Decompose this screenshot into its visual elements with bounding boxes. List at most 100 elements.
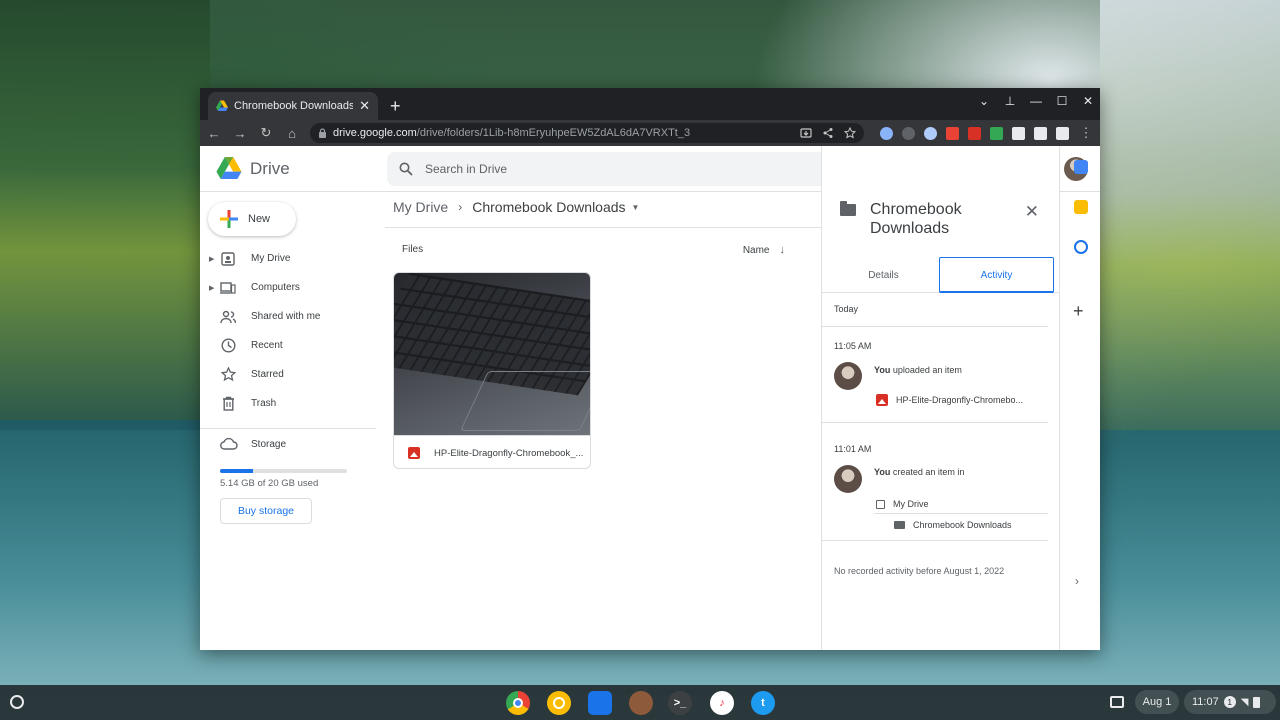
sort-control[interactable]: Name ↓: [743, 244, 785, 256]
date-tray[interactable]: Aug 1: [1135, 690, 1179, 714]
activity-item[interactable]: Chromebook Downloads: [894, 520, 1012, 530]
tab-details[interactable]: Details: [826, 257, 941, 293]
drive-logo-text: Drive: [250, 158, 290, 178]
activity-action: created an item in: [892, 467, 965, 477]
sidebar-item-label: Shared with me: [251, 311, 321, 322]
keep-icon[interactable]: [1074, 200, 1088, 214]
activity-action: uploaded an item: [892, 365, 962, 375]
extension-icon[interactable]: [924, 126, 937, 140]
search-box[interactable]: Search in Drive: [387, 152, 886, 186]
new-tab-button[interactable]: +: [390, 96, 401, 116]
breadcrumb-current[interactable]: Chromebook Downloads: [472, 199, 625, 215]
sidebar-nav: ▶ My Drive ▶ Computers Shared with me Re…: [200, 244, 380, 418]
launcher-icon[interactable]: [10, 695, 24, 709]
extension-icon[interactable]: [968, 126, 981, 140]
my-drive-icon: [220, 251, 236, 267]
activity-actor: You: [874, 365, 891, 375]
calendar-icon[interactable]: [1074, 160, 1088, 174]
minimize-icon[interactable]: —: [1030, 94, 1042, 108]
sidebar-item-computers[interactable]: ▶ Computers: [200, 273, 380, 302]
sort-direction-icon[interactable]: ↓: [780, 244, 786, 256]
buy-storage-button[interactable]: Buy storage: [220, 498, 312, 524]
clock-time: 11:07: [1192, 696, 1219, 708]
side-panel-icon[interactable]: [1056, 126, 1069, 140]
maximize-icon[interactable]: ☐: [1056, 94, 1068, 108]
expand-caret-icon[interactable]: ▶: [209, 284, 214, 292]
app-icon[interactable]: [547, 691, 571, 715]
sidebar-item-label: My Drive: [251, 253, 291, 264]
sidebar-item-storage[interactable]: Storage: [220, 438, 286, 450]
activity-description: You uploaded an item: [874, 365, 962, 375]
sidebar-item-shared[interactable]: Shared with me: [200, 302, 380, 331]
activity-location[interactable]: My Drive: [876, 499, 929, 509]
details-panel: Chromebook Downloads ✕ Details Activity …: [821, 146, 1060, 650]
storage-progress-bar: [220, 469, 347, 473]
sort-label: Name: [742, 244, 770, 256]
expand-rail-icon[interactable]: ›: [1075, 574, 1079, 588]
sidebar-item-my-drive[interactable]: ▶ My Drive: [200, 244, 380, 273]
share-icon[interactable]: [822, 127, 834, 139]
breadcrumb-separator-icon: ›: [458, 200, 463, 214]
activity-divider: [874, 513, 1048, 514]
activity-time: 11:05 AM: [834, 341, 872, 351]
terminal-app-icon[interactable]: >_: [668, 691, 692, 715]
search-icon[interactable]: [399, 162, 413, 176]
activity-divider: [822, 540, 1048, 541]
address-bar[interactable]: drive.google.com/drive/folders/1Lib-h8mE…: [310, 123, 864, 143]
extension-icon[interactable]: [990, 126, 1003, 140]
window-close-icon[interactable]: ✕: [1082, 94, 1094, 108]
forward-icon[interactable]: →: [232, 126, 248, 141]
folder-dropdown-icon[interactable]: ▼: [632, 203, 640, 212]
browser-tab[interactable]: Chromebook Downloads - Google Drive ✕: [208, 92, 378, 120]
activity-item-name: HP-Elite-Dragonfly-Chromebo...: [896, 395, 1024, 405]
reload-icon[interactable]: ↻: [258, 125, 274, 141]
image-file-icon: [876, 394, 888, 406]
expand-caret-icon[interactable]: ▶: [209, 255, 214, 263]
activity-location-name: My Drive: [893, 499, 929, 509]
new-button[interactable]: New: [208, 202, 296, 236]
details-close-icon[interactable]: ✕: [1025, 202, 1039, 222]
url-host: drive.google.com: [333, 127, 417, 139]
tasks-icon[interactable]: [1074, 240, 1088, 254]
plus-color-icon: [220, 210, 238, 228]
activity-divider: [822, 326, 1048, 327]
sidebar-item-starred[interactable]: Starred: [200, 360, 380, 389]
chrome-app-icon[interactable]: [506, 691, 530, 715]
app-icon[interactable]: [629, 691, 653, 715]
back-icon[interactable]: ←: [206, 126, 222, 141]
drive-logo[interactable]: Drive: [216, 157, 386, 180]
holding-space-icon[interactable]: [1110, 696, 1124, 708]
puzzle-icon[interactable]: [1012, 126, 1025, 140]
home-icon[interactable]: ⌂: [284, 126, 300, 141]
storage-used-text: 5.14 GB of 20 GB used: [220, 478, 319, 489]
files-app-icon[interactable]: [588, 691, 612, 715]
twitter-app-icon[interactable]: t: [751, 691, 775, 715]
lab-icon[interactable]: [1034, 126, 1047, 140]
music-app-icon[interactable]: ♪: [710, 691, 734, 715]
file-card[interactable]: HP-Elite-Dragonfly-Chromebook_...: [393, 272, 591, 469]
wallpaper-mist: [1100, 0, 1280, 430]
extension-icon[interactable]: [902, 126, 915, 140]
url-text: drive.google.com/drive/folders/1Lib-h8mE…: [333, 127, 794, 139]
sidebar-item-recent[interactable]: Recent: [200, 331, 380, 360]
tab-close-icon[interactable]: ✕: [359, 98, 370, 114]
add-addon-icon[interactable]: +: [1073, 301, 1084, 322]
search-input[interactable]: Search in Drive: [425, 162, 848, 176]
image-file-icon: [408, 447, 420, 459]
sidebar-item-trash[interactable]: Trash: [200, 389, 380, 418]
extension-icon[interactable]: [946, 126, 959, 140]
activity-item[interactable]: HP-Elite-Dragonfly-Chromebo...: [876, 394, 1023, 406]
browser-toolbar: ← → ↻ ⌂ drive.google.com/drive/folders/1…: [200, 120, 1100, 146]
tab-activity[interactable]: Activity: [939, 257, 1054, 293]
bookmark-star-icon[interactable]: [844, 127, 856, 139]
tab-search-icon[interactable]: ⌄: [978, 94, 990, 108]
status-tray[interactable]: 11:07 1 ◥: [1184, 690, 1276, 714]
install-icon[interactable]: [800, 127, 812, 139]
menu-icon[interactable]: ⋮: [1078, 125, 1094, 141]
side-rail: + ›: [1059, 146, 1100, 650]
cloud-icon: [220, 438, 238, 450]
breadcrumb-root[interactable]: My Drive: [393, 199, 448, 215]
password-extension-icon[interactable]: [880, 126, 893, 140]
storage-label: Storage: [251, 438, 287, 450]
pin-icon[interactable]: ⊥: [1004, 94, 1016, 108]
